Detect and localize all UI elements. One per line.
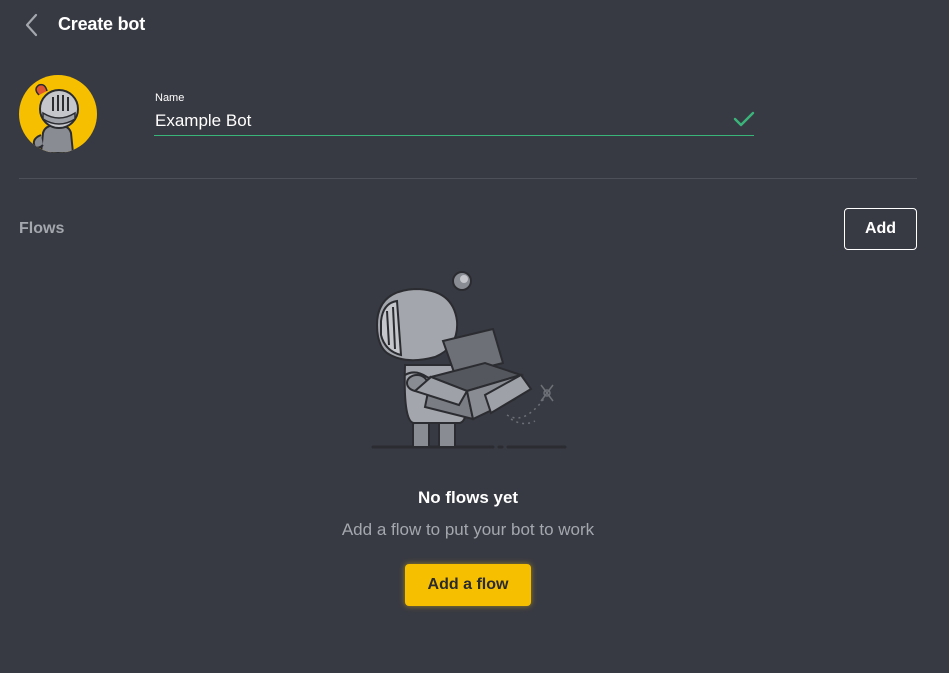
create-bot-page: Create bot Name Flows Add <box>0 0 949 673</box>
knight-with-empty-box-icon <box>371 271 567 449</box>
empty-state-subtitle: Add a flow to put your bot to work <box>341 520 595 539</box>
chevron-left-icon <box>25 13 38 37</box>
add-a-flow-button[interactable]: Add a flow <box>405 564 531 606</box>
checkmark-icon <box>733 111 755 127</box>
header: Create bot <box>0 0 949 50</box>
knight-helmet-icon <box>32 83 79 153</box>
page-title: Create bot <box>58 14 146 34</box>
name-label: Name <box>155 92 185 104</box>
divider <box>19 178 917 179</box>
add-flow-button[interactable]: Add <box>844 208 917 250</box>
name-input[interactable] <box>154 106 754 136</box>
empty-state-illustration <box>355 265 580 455</box>
flows-heading: Flows <box>19 220 65 237</box>
empty-state-title: No flows yet <box>417 488 519 507</box>
bot-avatar[interactable] <box>19 75 97 153</box>
back-button[interactable] <box>20 12 44 38</box>
